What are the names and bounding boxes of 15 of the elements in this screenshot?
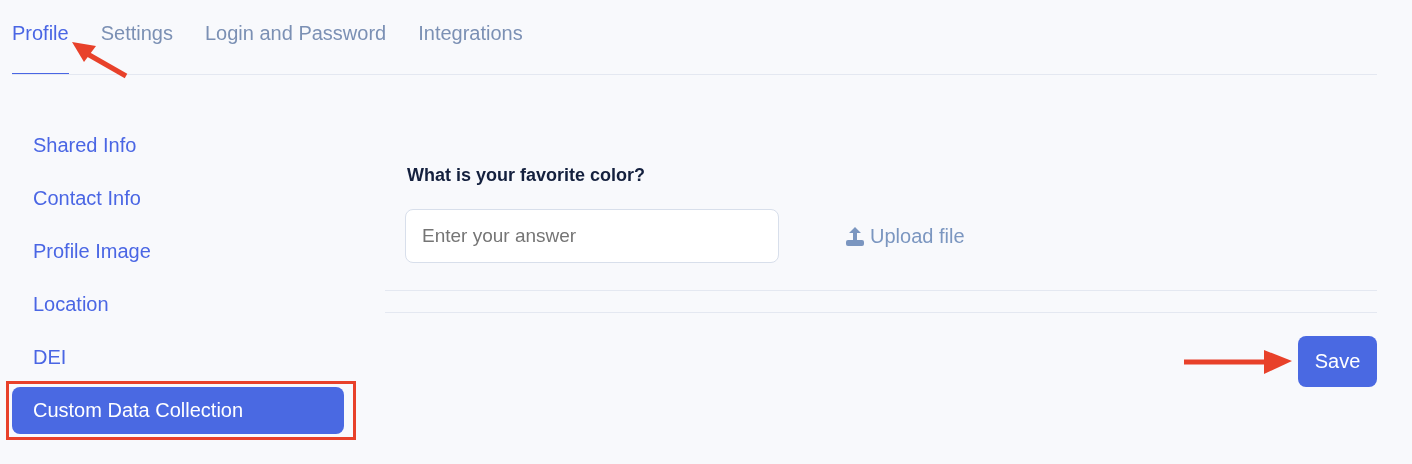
answer-field[interactable]: Enter your answer <box>405 209 779 263</box>
sidebar-item[interactable]: Profile Image <box>12 228 344 275</box>
tab[interactable]: Profile <box>12 0 69 74</box>
sidebar-item[interactable]: DEI <box>12 334 344 381</box>
sidebar-item[interactable]: Custom Data Collection <box>12 387 344 434</box>
upload-icon <box>845 225 865 247</box>
question-label: What is your favorite color? <box>407 165 647 186</box>
tab[interactable]: Login and Password <box>204 0 387 74</box>
upload-button[interactable]: Upload file <box>845 224 965 248</box>
sidebar-item[interactable]: Location <box>12 281 344 328</box>
save-button[interactable]: Save <box>1298 336 1377 387</box>
sidebar-item[interactable]: Contact Info <box>12 175 344 222</box>
sidebar-item[interactable]: Shared Info <box>12 122 344 169</box>
tab[interactable]: Settings <box>100 0 173 74</box>
tab[interactable]: Integrations <box>418 0 523 74</box>
